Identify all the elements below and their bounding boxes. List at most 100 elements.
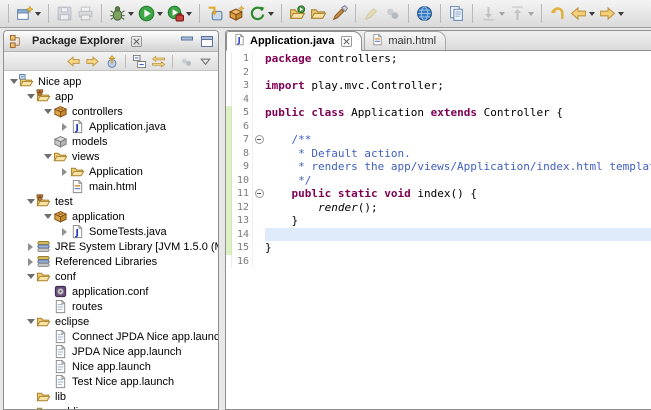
tree-item-connect-jpda-nice-app-launch[interactable]: Connect JPDA Nice app.launch: [4, 329, 218, 344]
run-button[interactable]: [136, 2, 165, 25]
collapse-all-button[interactable]: [131, 53, 148, 70]
line-number: 5: [232, 106, 253, 120]
pe-menu-button[interactable]: [178, 53, 195, 70]
tree-item-label: Application: [89, 166, 143, 178]
dropdown-arrow-icon[interactable]: [128, 12, 134, 16]
paintbrush-button[interactable]: [329, 2, 350, 25]
line-number: 6: [232, 120, 253, 134]
maximize-button[interactable]: [201, 36, 213, 47]
open-play-app-button[interactable]: [287, 2, 308, 25]
dropdown-arrow-icon[interactable]: [35, 12, 41, 16]
tree-item-lib[interactable]: lib: [4, 389, 218, 404]
pe-up-button[interactable]: [103, 53, 120, 70]
minimize-button[interactable]: [181, 36, 193, 47]
team-sync-button[interactable]: [382, 2, 403, 25]
link-editor-button[interactable]: [150, 53, 167, 70]
expand-arrow-icon[interactable]: [25, 258, 36, 266]
next-annotation-button[interactable]: [478, 2, 507, 25]
fold-ruler: [253, 241, 265, 255]
last-edit-location-button[interactable]: [547, 2, 568, 25]
tree-item-controllers[interactable]: controllers: [4, 104, 218, 119]
tree-item-jpda-nice-app-launch[interactable]: JPDA Nice app.launch: [4, 344, 218, 359]
debug-button[interactable]: [107, 2, 136, 25]
collapse-fold-icon[interactable]: [255, 189, 264, 198]
dropdown-arrow-icon[interactable]: [528, 12, 534, 16]
menu-drop-button[interactable]: [197, 53, 214, 70]
code-line-11: 11 public static void index() {: [226, 187, 651, 201]
tree-item-label: eclipse: [55, 316, 89, 328]
tree-item-nice-app-launch[interactable]: Nice app.launch: [4, 359, 218, 374]
new-package-button[interactable]: [226, 2, 247, 25]
dropdown-arrow-icon[interactable]: [499, 12, 505, 16]
tree-item-jre-system-library-jvm-1-5-0-mac[interactable]: JRE System Library [JVM 1.5.0 (Mac: [4, 239, 218, 254]
line-number: 2: [232, 66, 253, 80]
previous-annotation-button[interactable]: [507, 2, 536, 25]
dropdown-arrow-icon[interactable]: [157, 12, 163, 16]
dropdown-arrow-icon[interactable]: [268, 12, 274, 16]
tree-item-sometests-java[interactable]: JSomeTests.java: [4, 224, 218, 239]
tree-item-label: lib: [55, 391, 66, 403]
pe-back-button[interactable]: [65, 53, 82, 70]
package-explorer-tab[interactable]: Package Explorer: [9, 34, 142, 49]
editor-tab-main-html[interactable]: main.html: [364, 31, 446, 50]
tree-item-nice-app[interactable]: Nice app: [4, 74, 218, 89]
save-button[interactable]: [54, 2, 75, 25]
tree-item-application[interactable]: application: [4, 209, 218, 224]
expand-arrow-icon[interactable]: [59, 168, 70, 176]
tree-item-test-nice-app-launch[interactable]: Test Nice app.launch: [4, 374, 218, 389]
expand-arrow-icon[interactable]: [42, 109, 53, 114]
copy-layers-button[interactable]: [446, 2, 467, 25]
print-button[interactable]: [75, 2, 96, 25]
tree-item-routes[interactable]: routes: [4, 299, 218, 314]
back-button[interactable]: [568, 2, 597, 25]
tree-item-app[interactable]: app: [4, 89, 218, 104]
expand-arrow-icon[interactable]: [59, 123, 70, 131]
tree-item-models[interactable]: models: [4, 134, 218, 149]
code-line-10: 10 */: [226, 174, 651, 188]
pe-forward-button[interactable]: [84, 53, 101, 70]
editor-area: JApplication.javamain.html 1package cont…: [225, 30, 651, 410]
tree-item-main-html[interactable]: main.html: [4, 179, 218, 194]
expand-arrow-icon[interactable]: [25, 319, 36, 324]
svg-text:J: J: [74, 228, 78, 238]
expand-arrow-icon[interactable]: [59, 228, 70, 236]
editor-tab-application-java[interactable]: JApplication.java: [226, 31, 362, 51]
web-browser-button[interactable]: [414, 2, 435, 25]
tree-item-referenced-libraries[interactable]: Referenced Libraries: [4, 254, 218, 269]
expand-arrow-icon[interactable]: [25, 274, 36, 279]
open-play-app-icon: [289, 5, 306, 22]
svg-text:J: J: [237, 36, 241, 45]
dropdown-arrow-icon[interactable]: [589, 12, 595, 16]
code-text: [265, 93, 651, 107]
expand-arrow-icon[interactable]: [42, 214, 53, 219]
expand-arrow-icon[interactable]: [25, 94, 36, 99]
tree-item-conf[interactable]: conf: [4, 269, 218, 284]
external-tools-button[interactable]: [165, 2, 194, 25]
tree-item-application-conf[interactable]: application.conf: [4, 284, 218, 299]
sync-play-button[interactable]: [247, 2, 276, 25]
open-folder-button[interactable]: [308, 2, 329, 25]
highlighter-button[interactable]: [361, 2, 382, 25]
tree-item-application-java[interactable]: JApplication.java: [4, 119, 218, 134]
close-tab-icon[interactable]: [341, 36, 352, 47]
svg-text:J: J: [74, 123, 78, 133]
expand-arrow-icon[interactable]: [25, 199, 36, 204]
fold-ruler: [253, 133, 265, 147]
dropdown-arrow-icon[interactable]: [186, 12, 192, 16]
new-wizard-button[interactable]: [14, 2, 43, 25]
code-editor[interactable]: 1package controllers;23import play.mvc.C…: [226, 51, 651, 409]
tree-item-application[interactable]: Application: [4, 164, 218, 179]
tree-item-public[interactable]: public: [4, 404, 218, 409]
tree-item-eclipse[interactable]: eclipse: [4, 314, 218, 329]
expand-arrow-icon[interactable]: [8, 79, 19, 84]
import-app-button[interactable]: [205, 2, 226, 25]
close-view-icon[interactable]: [131, 36, 142, 47]
text-file-icon: [53, 329, 69, 344]
dropdown-arrow-icon[interactable]: [618, 12, 624, 16]
forward-button[interactable]: [597, 2, 626, 25]
tree-item-views[interactable]: views: [4, 149, 218, 164]
expand-arrow-icon[interactable]: [25, 243, 36, 251]
expand-arrow-icon[interactable]: [42, 154, 53, 159]
tree-item-test[interactable]: test: [4, 194, 218, 209]
collapse-fold-icon[interactable]: [255, 135, 264, 144]
